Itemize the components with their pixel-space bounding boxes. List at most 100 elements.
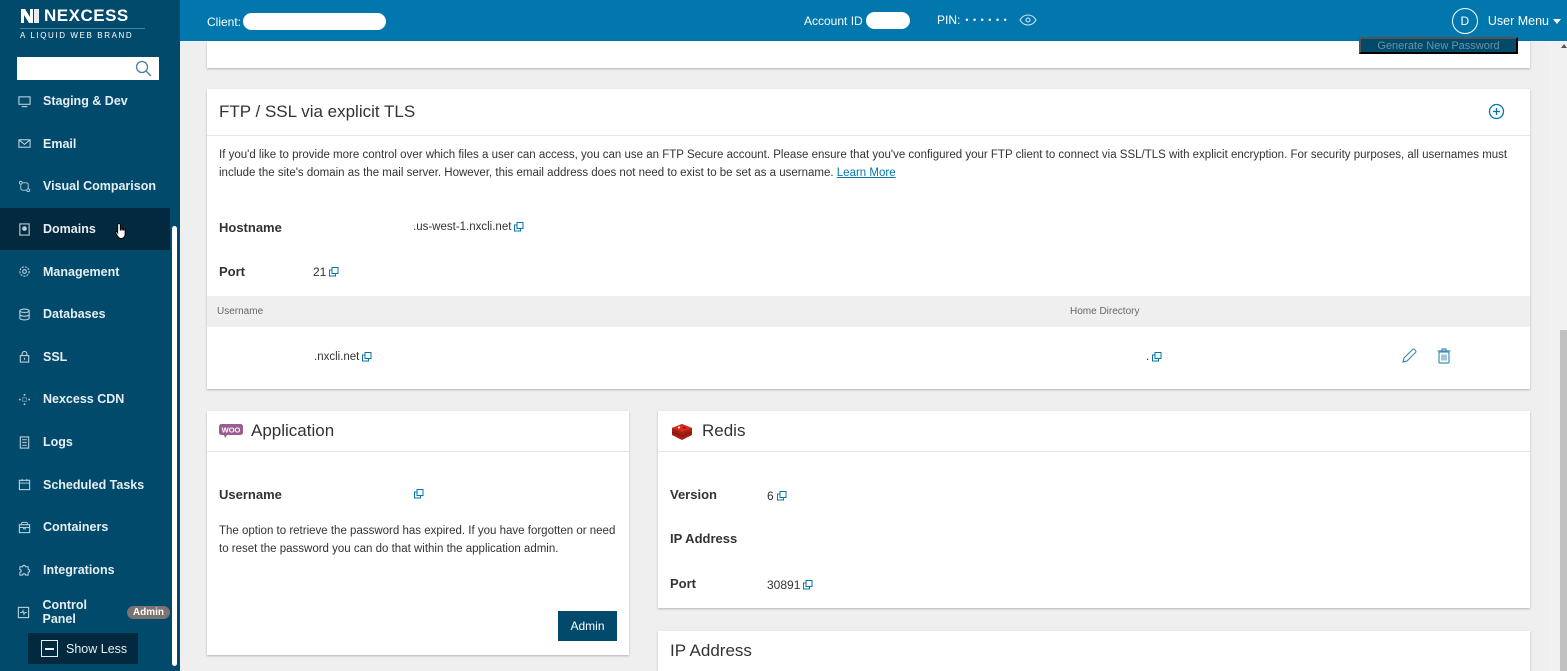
redis-port-text: 30891: [767, 578, 801, 592]
envelope-icon: [17, 137, 31, 151]
trash-icon[interactable]: [1435, 347, 1453, 365]
ip-address-card-title: IP Address: [670, 641, 752, 660]
database-icon: [17, 307, 31, 321]
gear-icon: [17, 265, 31, 279]
sidebar-search-input[interactable]: [17, 57, 127, 80]
application-card: WOO Application Username The option to r…: [207, 411, 629, 655]
sidebar-item-containers[interactable]: Containers: [0, 506, 170, 549]
learn-more-link[interactable]: Learn More: [837, 167, 896, 179]
user-menu[interactable]: D User Menu: [1451, 8, 1561, 34]
sidebar-item-label: Management: [43, 264, 120, 279]
application-card-title: Application: [251, 421, 335, 440]
sidebar-item-label: Visual Comparison: [43, 179, 156, 194]
ip-address-card-header: IP Address: [658, 631, 1530, 671]
redis-port-label: Port: [670, 576, 696, 591]
sidebar-item-label: Logs: [43, 435, 73, 450]
sidebar: NEXCESS A LIQUID WEB BRAND Staging & Dev…: [0, 0, 180, 671]
sidebar-item-logs[interactable]: Logs: [0, 421, 170, 464]
svg-text:WOO: WOO: [222, 426, 241, 435]
row-home-directory-text: .: [1146, 351, 1150, 363]
search-icon[interactable]: [135, 60, 152, 77]
redis-card: Redis Version 6 IP Address Port 30891: [658, 411, 1530, 608]
scroll-up-arrow-icon[interactable]: [1561, 44, 1567, 48]
nexcess-logo[interactable]: NEXCESS A LIQUID WEB BRAND: [20, 6, 145, 40]
sidebar-item-email[interactable]: Email: [0, 123, 170, 166]
client-label: Client:: [207, 14, 242, 29]
show-less-button[interactable]: Show Less: [28, 633, 138, 664]
redis-ip-label: IP Address: [670, 531, 738, 546]
sidebar-item-domains[interactable]: Domains: [0, 207, 170, 251]
copy-icon[interactable]: [362, 352, 372, 362]
redis-card-header: Redis: [658, 411, 1530, 452]
sidebar-item-label: Staging & Dev: [43, 94, 128, 109]
sidebar-item-label: Integrations: [43, 562, 115, 577]
sidebar-item-staging-dev[interactable]: Staging & Dev: [0, 80, 170, 123]
redis-icon: [670, 421, 694, 441]
hand-cursor-icon: [114, 222, 126, 239]
port-label: Port: [219, 264, 245, 279]
sidebar-scrollbar[interactable]: [172, 226, 177, 666]
add-circle-icon[interactable]: [1488, 103, 1505, 120]
account-id-label: Account ID: [804, 13, 863, 28]
admin-button[interactable]: Admin: [558, 611, 617, 641]
port-value: 21: [313, 265, 339, 279]
woocommerce-icon: WOO: [219, 424, 243, 438]
sidebar-item-label: SSL: [43, 349, 68, 364]
page-scrollbar-thumb[interactable]: [1560, 330, 1567, 671]
sidebar-item-management[interactable]: Management: [0, 250, 170, 293]
copy-icon[interactable]: [1152, 352, 1162, 362]
copy-icon[interactable]: [329, 267, 339, 277]
pin-label: PIN:: [937, 13, 961, 27]
sidebar-item-visual-comparison[interactable]: Visual Comparison: [0, 165, 170, 208]
sidebar-item-scheduled-tasks[interactable]: Scheduled Tasks: [0, 463, 170, 506]
app-username-value: [411, 489, 424, 499]
row-home-directory: .: [1146, 351, 1162, 363]
ip-address-card: IP Address: [658, 631, 1530, 671]
eye-icon[interactable]: [1019, 14, 1037, 26]
edit-pencil-icon[interactable]: [1400, 347, 1418, 365]
sidebar-item-ssl[interactable]: SSL: [0, 336, 170, 379]
client-value-redacted: [243, 13, 387, 30]
copy-icon[interactable]: [776, 491, 787, 501]
hostname-value: .us-west-1.nxcli.net: [413, 221, 524, 233]
generate-password-button[interactable]: Generate New Password: [1359, 37, 1518, 54]
password-card: Generate New Password: [207, 37, 1530, 68]
sidebar-item-label: Control Panel: [42, 598, 87, 627]
sidebar-item-integrations[interactable]: Integrations: [0, 549, 170, 592]
sidebar-item-label: Scheduled Tasks: [43, 477, 145, 492]
ftp-card-title: FTP / SSL via explicit TLS: [219, 102, 416, 121]
ftp-table-header: Username Home Directory: [207, 296, 1530, 327]
nexcess-mark-icon: [21, 9, 39, 23]
pin-value: • • • • • •: [965, 15, 1008, 25]
sidebar-item-nexcess-cdn[interactable]: Nexcess CDN: [0, 378, 170, 421]
puzzle-icon: [17, 563, 31, 577]
brand-tagline: A LIQUID WEB BRAND: [20, 28, 145, 40]
sidebar-item-label: Domains: [43, 222, 96, 237]
sidebar-item-label: Containers: [43, 520, 109, 535]
row-username-text: .nxcli.net: [314, 351, 360, 363]
redis-version-text: 6: [767, 489, 774, 503]
user-menu-label[interactable]: User Menu: [1488, 14, 1549, 28]
account-info: Account ID: [804, 12, 910, 29]
ftp-description: If you'd like to provide more control ov…: [207, 136, 1530, 182]
avatar[interactable]: D: [1451, 8, 1478, 34]
redis-version-value: 6: [767, 489, 787, 503]
sidebar-item-databases[interactable]: Databases: [0, 293, 170, 336]
calendar-icon: [17, 478, 31, 492]
brand-name: NEXCESS: [44, 6, 129, 25]
top-bar: Client: Account ID PIN: • • • • • • D Us…: [180, 0, 1567, 41]
redis-card-title: Redis: [702, 421, 746, 440]
copy-icon[interactable]: [514, 222, 524, 232]
sidebar-search: [17, 57, 159, 80]
sidebar-item-label: Nexcess CDN: [43, 392, 125, 407]
copy-icon[interactable]: [803, 580, 813, 590]
copy-icon[interactable]: [414, 489, 424, 499]
cdn-icon: [17, 392, 31, 406]
ftp-card: FTP / SSL via explicit TLS If you'd like…: [207, 89, 1530, 389]
monitor-icon: [17, 94, 31, 108]
pin-info: PIN: • • • • • •: [937, 13, 1037, 27]
sidebar-item-control-panel[interactable]: Control Panel Admin: [0, 591, 170, 634]
minus-square-icon: [41, 640, 58, 657]
row-actions: [1400, 347, 1453, 365]
account-id-redacted: [865, 12, 910, 29]
